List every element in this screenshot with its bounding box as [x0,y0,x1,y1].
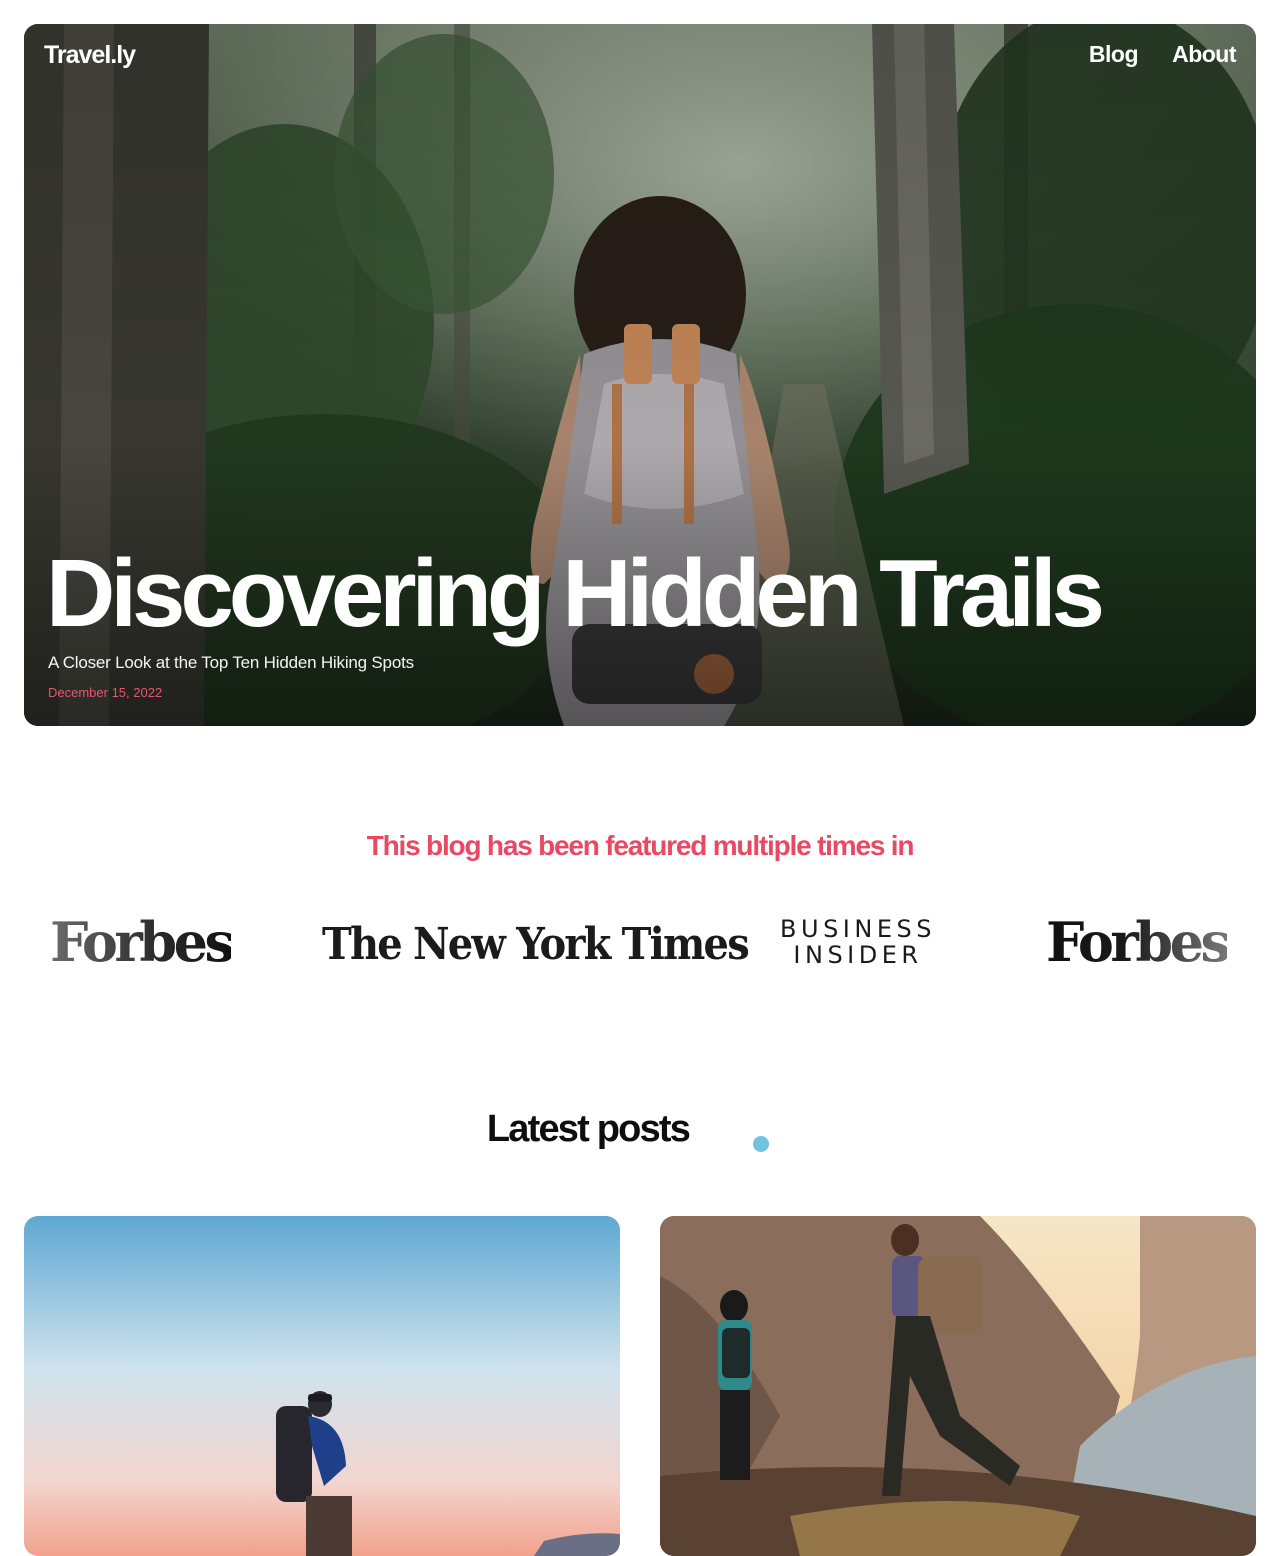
hero-subtitle: A Closer Look at the Top Ten Hidden Hiki… [48,653,414,672]
nav-link-about[interactable]: About [1172,41,1236,68]
decorative-dot [753,1136,769,1152]
business-insider-logo: BUSINESS INSIDER [778,916,938,968]
post-image-ridge [24,1216,620,1556]
post-card[interactable] [660,1216,1256,1556]
top-nav: Travel.ly Blog About [24,24,1256,88]
post-card[interactable] [24,1216,620,1556]
forbes-logo: Forbes [1046,910,1231,974]
latest-posts-heading: Latest posts [486,1108,691,1150]
hero-title[interactable]: Discovering Hidden Trails [46,546,1105,642]
hero-date: December 15, 2022 [48,685,163,700]
featured-heading: This blog has been featured multiple tim… [366,830,915,861]
business-insider-line2: INSIDER [793,941,923,969]
site-logo[interactable]: Travel.ly [44,41,136,70]
business-insider-line1: BUSINESS [780,915,936,943]
nav-link-blog[interactable]: Blog [1089,41,1139,68]
hero-banner[interactable]: Travel.ly Blog About Discovering Hidden … [24,24,1256,726]
forbes-logo: Forbes [50,910,235,974]
post-image-canyon [660,1216,1256,1556]
nyt-logo: The New York Times [322,918,750,971]
